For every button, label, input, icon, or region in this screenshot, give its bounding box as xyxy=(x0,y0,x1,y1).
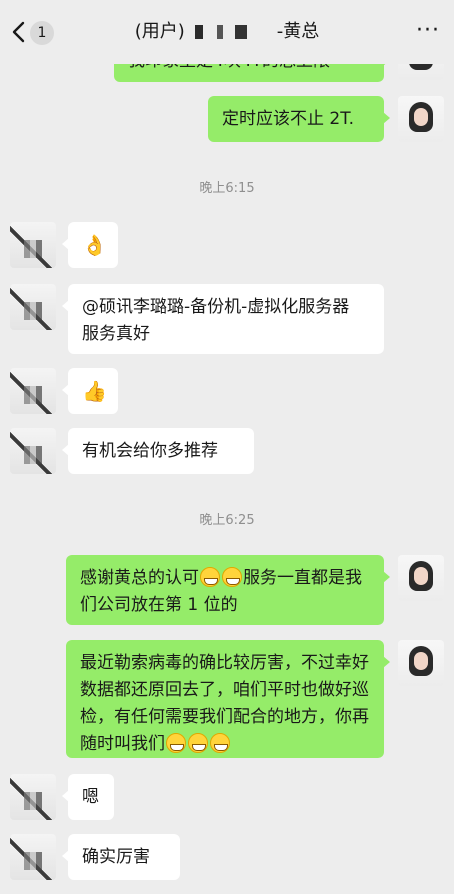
message-text: 定时应该不止 2T. xyxy=(222,109,354,129)
embarrassed-face-icon xyxy=(166,733,186,753)
censored-name xyxy=(186,25,275,39)
message-text: 确实厉害 xyxy=(82,847,150,867)
embarrassed-face-icon xyxy=(210,733,230,753)
self-avatar[interactable] xyxy=(398,640,444,686)
ellipsis-icon[interactable]: ··· xyxy=(416,20,440,42)
message-bubble-self[interactable]: 最近勒索病毒的确比较厉害，不过幸好数据都还原回去了，咱们平时也做好巡检，有任何需… xyxy=(66,640,390,758)
contact-avatar[interactable] xyxy=(10,368,56,414)
message-bubble-other[interactable]: 确实厉害 xyxy=(62,834,180,880)
contact-avatar[interactable] xyxy=(10,834,56,880)
contact-avatar[interactable] xyxy=(10,774,56,820)
grinning-face-icon xyxy=(222,567,242,587)
message-bubble-other[interactable]: 👍 xyxy=(62,368,118,414)
message-bubble-self[interactable]: 感谢黄总的认可 服务一直都是我们公司放在第 1 位的 xyxy=(66,555,390,625)
message-bubble-other[interactable]: 有机会给你多推荐 xyxy=(62,428,254,474)
message-bubble-other[interactable]: @硕讯李璐璐-备份机-虚拟化服务器 服务真好 xyxy=(62,284,384,354)
message-text-part: 感谢黄总的认可 xyxy=(80,568,199,588)
chat-header: 1 (用户) -黄总 ··· xyxy=(0,0,454,64)
message-text: @硕讯李璐璐-备份机-虚拟化服务器 服务真好 xyxy=(82,297,350,344)
embarrassed-face-icon xyxy=(188,733,208,753)
message-bubble-other[interactable]: 👌 xyxy=(62,222,118,268)
message-text: 嗯 xyxy=(82,787,99,807)
self-avatar[interactable] xyxy=(398,555,444,601)
chat-title: (用户) -黄总 xyxy=(0,18,454,46)
chat-title-prefix: (用户) xyxy=(134,21,185,42)
grinning-face-icon xyxy=(200,567,220,587)
message-bubble-other[interactable]: 嗯 xyxy=(62,774,114,820)
contact-avatar[interactable] xyxy=(10,284,56,330)
self-avatar[interactable] xyxy=(398,96,444,142)
contact-avatar[interactable] xyxy=(10,428,56,474)
contact-avatar[interactable] xyxy=(10,222,56,268)
message-bubble-self[interactable]: 定时应该不止 2T. xyxy=(208,96,390,142)
time-separator: 晚上6:25 xyxy=(199,513,255,528)
ok-hand-emoji-icon: 👌 xyxy=(82,233,107,257)
message-text: 有机会给你多推荐 xyxy=(82,441,218,461)
chat-title-suffix: -黄总 xyxy=(276,21,320,42)
thumbs-up-emoji-icon: 👍 xyxy=(82,379,107,403)
time-separator: 晚上6:15 xyxy=(199,181,255,196)
